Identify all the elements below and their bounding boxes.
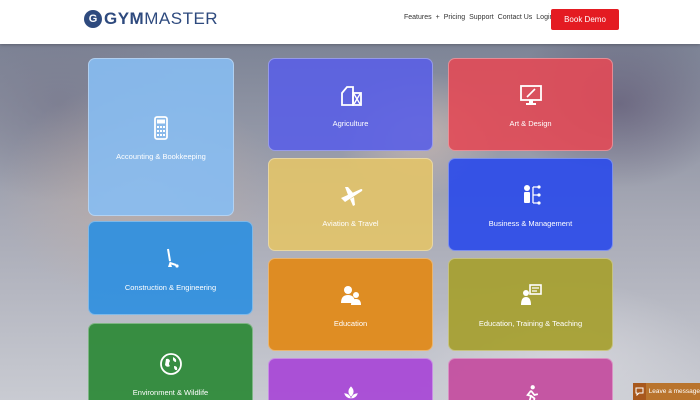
tile-education[interactable]: Education <box>268 258 433 351</box>
tile-business-management[interactable]: Business & Management <box>448 158 613 251</box>
tile-purple[interactable] <box>268 358 433 400</box>
main-nav: Features + Pricing Support Contact Us Lo… <box>404 14 553 21</box>
calculator-icon <box>154 115 168 140</box>
tile-accounting-bookkeeping[interactable]: Accounting & Bookkeeping <box>88 58 234 216</box>
runner-icon <box>525 385 538 400</box>
people-icon <box>340 286 361 305</box>
tile-art-design[interactable]: Art & Design <box>448 58 613 151</box>
tile-aviation-travel[interactable]: Aviation & Travel <box>268 158 433 251</box>
nav-contact-us[interactable]: Contact Us <box>498 14 533 21</box>
tile-label: Art & Design <box>509 119 552 128</box>
teacher-icon <box>520 284 542 305</box>
book-demo-button[interactable]: Book Demo <box>551 9 619 30</box>
tile-label: Business & Management <box>488 219 573 228</box>
tile-magenta[interactable] <box>448 358 613 400</box>
org-chart-icon <box>523 185 541 205</box>
nav-pricing[interactable]: Pricing <box>444 14 465 21</box>
site-header: G GYM MASTER Features + Pricing Support … <box>0 0 700 44</box>
tile-label: Environment & Wildlife <box>132 388 209 397</box>
tile-label: Agriculture <box>332 119 369 128</box>
tile-label: Education, Training & Teaching <box>478 319 583 328</box>
logo-master-text: MASTER <box>144 9 219 28</box>
tile-environment-wildlife[interactable]: Environment & Wildlife <box>88 323 253 400</box>
nav-support[interactable]: Support <box>469 14 494 21</box>
leave-message-widget[interactable]: Leave a message <box>633 383 700 400</box>
logo-gym-text: GYM <box>104 9 145 28</box>
leaf-icon <box>343 386 358 399</box>
shovel-icon <box>166 248 179 268</box>
gymmaster-logo[interactable]: G GYM MASTER <box>84 9 218 29</box>
nav-features[interactable]: Features <box>404 14 432 21</box>
tile-label: Construction & Engineering <box>124 282 217 292</box>
airplane-icon <box>340 187 362 206</box>
globe-icon <box>159 353 182 375</box>
tile-label: Aviation & Travel <box>322 219 379 228</box>
nav-separator: + <box>435 14 440 21</box>
chat-label: Leave a message <box>648 388 700 395</box>
tile-label: Education <box>333 319 368 328</box>
chat-bubble-icon <box>633 383 646 400</box>
tile-agriculture[interactable]: Agriculture <box>268 58 433 151</box>
barn-icon <box>340 86 362 106</box>
logo-mark-icon: G <box>84 10 102 28</box>
tile-education-training-teaching[interactable]: Education, Training & Teaching <box>448 258 613 351</box>
tile-label: Accounting & Bookkeeping <box>116 151 206 161</box>
monitor-icon <box>519 85 542 105</box>
tile-construction-engineering[interactable]: Construction & Engineering <box>88 221 253 315</box>
